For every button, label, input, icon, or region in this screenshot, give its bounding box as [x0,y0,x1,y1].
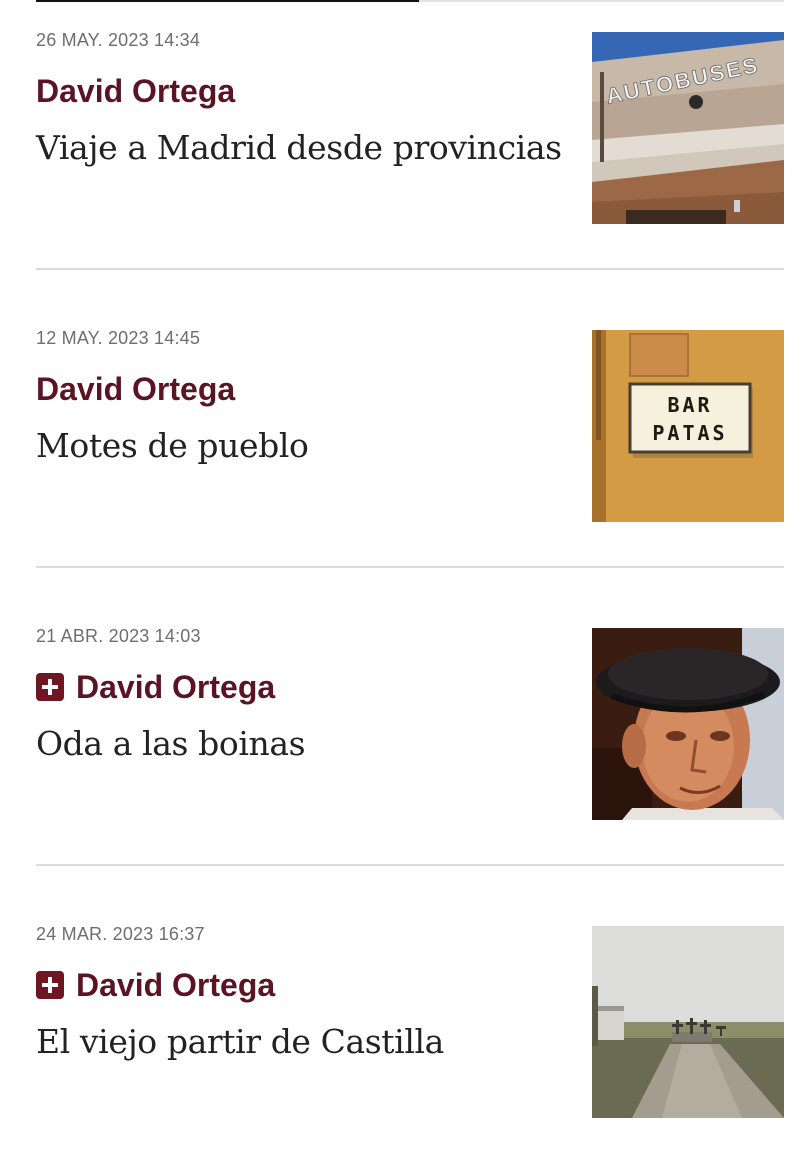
article-date: 24 MAR. 2023 16:37 [36,924,205,944]
article-item[interactable]: 21 ABR. 2023 14:03 David Ortega Oda a la… [36,596,784,866]
article-date: 21 ABR. 2023 14:03 [36,626,201,646]
bar-sign-line2: PATAS [652,421,727,445]
author-row: David Ortega [36,666,275,708]
author-link[interactable]: David Ortega [36,73,235,110]
article-date: 26 MAY. 2023 14:34 [36,30,201,50]
author-row: David Ortega [36,368,235,410]
article-item[interactable]: 26 MAY. 2023 14:34 David Ortega Viaje a … [36,0,784,270]
bar-sign-line1: BAR [667,393,712,417]
article-headline[interactable]: Viaje a Madrid desde provincias [36,126,576,170]
author-row: David Ortega [36,964,275,1006]
article-headline[interactable]: Oda a las boinas [36,722,576,766]
premium-plus-icon [36,673,64,701]
old-man-beret-photo[interactable] [592,628,784,820]
article-item[interactable]: 24 MAR. 2023 16:37 David Ortega El viejo… [36,894,784,1164]
article-headline[interactable]: Motes de pueblo [36,424,576,468]
author-link[interactable]: David Ortega [76,967,275,1004]
bus-station-photo[interactable]: AUTOBUSES [592,32,784,224]
bar-sign-photo[interactable]: BAR PATAS [592,330,784,522]
premium-plus-icon [36,971,64,999]
article-divider [36,268,784,270]
author-link[interactable]: David Ortega [76,669,275,706]
author-link[interactable]: David Ortega [36,371,235,408]
author-row: David Ortega [36,70,235,112]
article-date: 12 MAY. 2023 14:45 [36,328,201,348]
article-divider [36,566,784,568]
article-headline[interactable]: El viejo partir de Castilla [36,1020,576,1064]
country-road-crosses-photo[interactable] [592,926,784,1118]
article-item[interactable]: 12 MAY. 2023 14:45 David Ortega Motes de… [36,298,784,568]
article-divider [36,864,784,866]
